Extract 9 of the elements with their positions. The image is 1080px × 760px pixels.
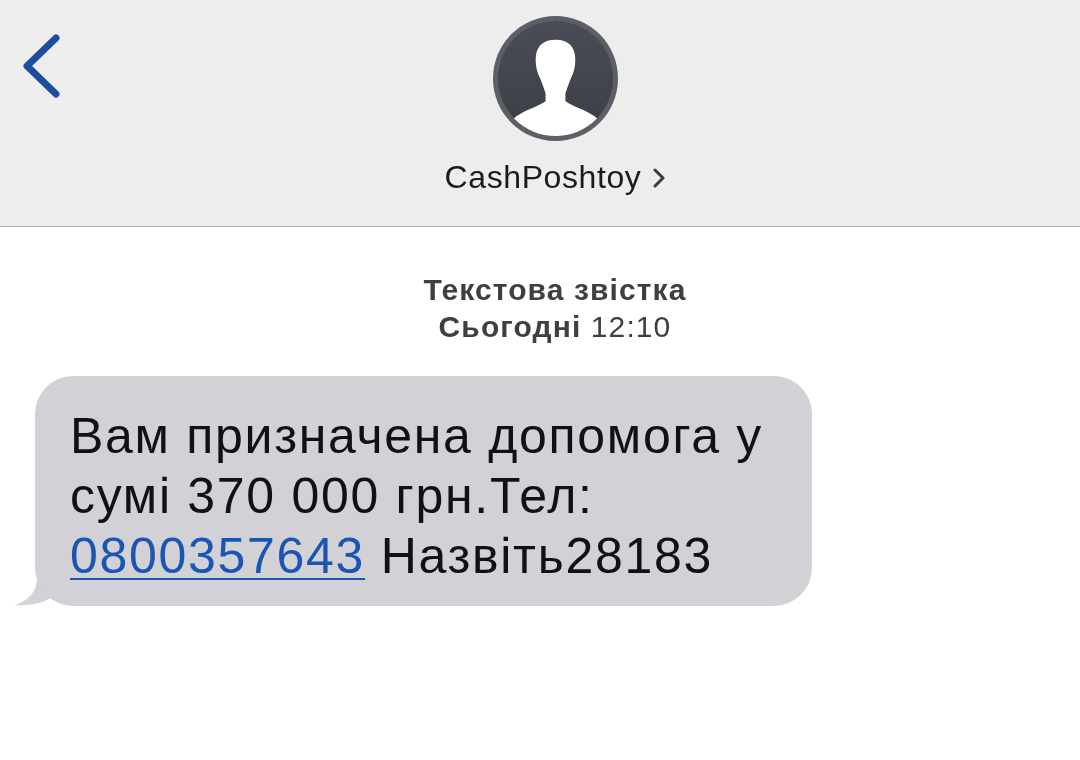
message-type-label: Текстова звістка [423,272,687,308]
back-button[interactable] [20,33,62,99]
contact-name-button[interactable]: CashPoshtoy [444,159,666,196]
chevron-right-icon [653,167,666,188]
avatar-silhouette-icon [492,16,618,141]
message-text: Вам призначена допомога у сумі 370 000 грн.Тел: 0800357643 Назвіть28183 [70,407,765,586]
chevron-left-icon [20,33,62,99]
timestamp-label: Сьогодні 12:10 [438,309,672,345]
phone-number-link[interactable]: 0800357643 [70,528,366,584]
